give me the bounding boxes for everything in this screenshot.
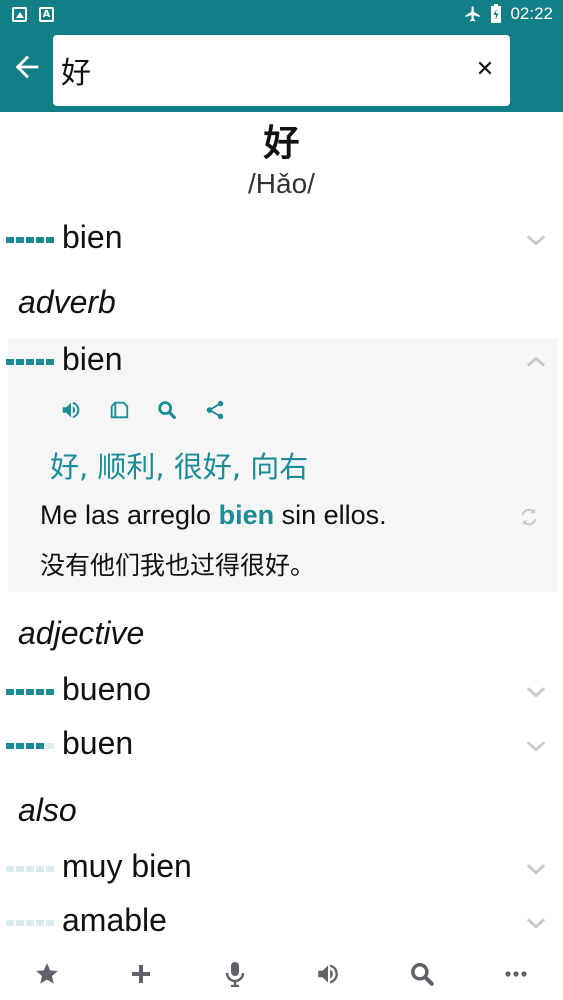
example-text: sin ellos. [274,500,387,530]
translation-word: buen [62,725,134,761]
frequency-bar [6,920,54,926]
share-icon [206,400,224,420]
part-of-speech-label: also [18,792,77,828]
pronounce-button[interactable] [310,956,346,992]
lookup-button[interactable] [152,395,182,425]
add-button[interactable] [123,956,159,992]
speaker-icon [62,401,80,419]
chevron-down-icon[interactable] [525,858,547,880]
refresh-icon[interactable] [518,506,540,528]
translation-word: bueno [62,671,151,707]
frequency-bar [6,359,54,365]
example-sentence: Me las arreglo bien sin ellos. [40,500,387,531]
entry-toolbar [56,395,230,425]
image-notification-icon [12,7,27,22]
headword: 好 [263,123,300,164]
app-bar: ✕ [0,30,563,112]
translation-row[interactable]: amable [0,898,563,948]
chevron-down-icon[interactable] [525,229,547,251]
microphone-icon [225,962,244,987]
chevron-up-icon[interactable] [525,351,547,373]
status-bar: A 02:22 [0,0,563,30]
app-notification-icon: A [39,7,54,22]
more-icon [505,971,527,977]
frequency-bar [6,237,54,243]
pinyin: /Hǎo/ [248,168,315,199]
bottom-navigation [0,948,563,1000]
voice-input-button[interactable] [217,956,253,992]
more-button[interactable] [498,956,534,992]
part-of-speech-label: adverb [18,284,116,320]
translation-word: amable [62,902,167,938]
clear-icon[interactable]: ✕ [472,57,498,83]
chevron-down-icon[interactable] [525,735,547,757]
translation-word: muy bien [62,848,192,884]
translation-word: bien [62,341,123,377]
translation-row[interactable]: muy bien [0,844,563,894]
star-icon [36,963,58,984]
back-translations[interactable]: 好, 顺利, 很好, 向右 [50,444,308,486]
search-button[interactable] [404,956,440,992]
search-box: ✕ [53,35,510,106]
example-highlight: bien [218,500,275,530]
search-icon [411,963,435,986]
example-text: Me las arreglo [40,500,219,530]
frequency-bar [6,866,54,872]
translation-word: bien [62,219,123,255]
share-button[interactable] [200,395,230,425]
clock: 02:22 [510,4,553,23]
search-icon [158,401,176,419]
translation-row[interactable]: bueno [0,667,563,717]
favorites-button[interactable] [29,956,65,992]
plus-icon [131,965,150,983]
chevron-down-icon[interactable] [525,912,547,934]
translation-row[interactable]: bien [0,337,563,387]
translation-row[interactable]: buen [0,721,563,771]
battery-icon [491,4,502,23]
chevron-down-icon[interactable] [525,681,547,703]
part-of-speech-label: adjective [18,615,145,651]
frequency-bar [6,743,54,749]
speaker-icon [318,964,339,984]
copy-button[interactable] [104,395,134,425]
back-arrow-icon[interactable] [10,50,44,84]
translation-row[interactable]: bien [0,215,563,265]
example-translation: 没有他们我也过得很好。 [40,551,316,580]
speaker-button[interactable] [56,395,86,425]
airplane-icon [465,6,481,22]
search-input[interactable] [61,49,461,91]
copy-icon [110,401,129,419]
frequency-bar [6,689,54,695]
